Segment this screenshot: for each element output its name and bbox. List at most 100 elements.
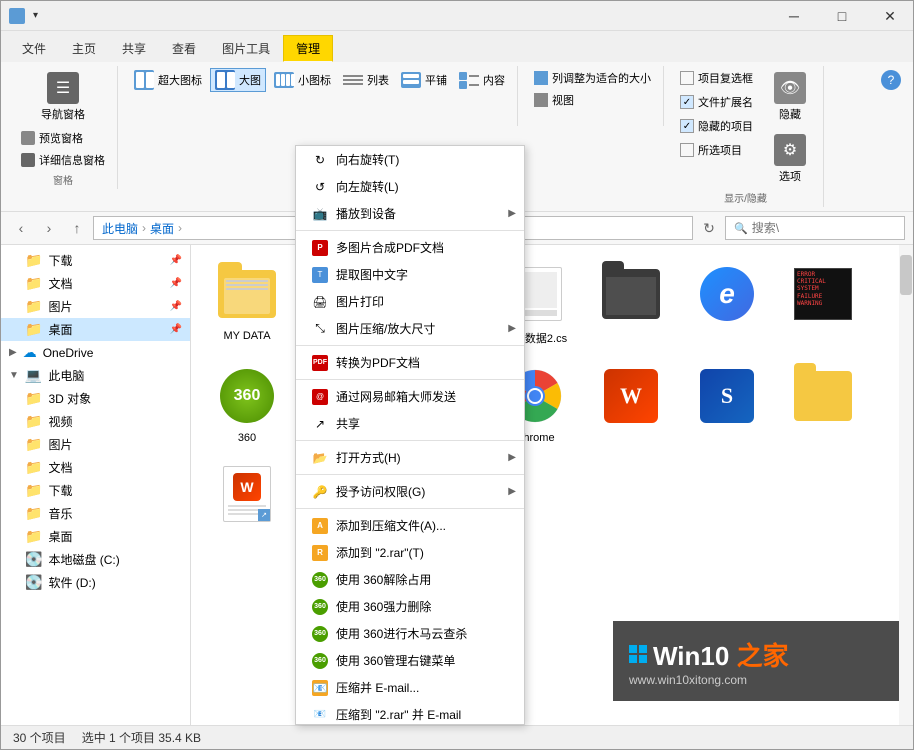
menu-item-addzip[interactable]: A 添加到压缩文件(A)... — [296, 512, 524, 539]
file-item-folder-b1[interactable] — [779, 359, 867, 449]
tab-file[interactable]: 文件 — [9, 35, 59, 62]
menu-item-addrar[interactable]: R 添加到 "2.rar"(T) — [296, 539, 524, 566]
videos-folder-icon: 📁 — [25, 413, 42, 430]
file-item-mydata[interactable]: MY DATA — [203, 257, 291, 351]
menu-item-360menu[interactable]: 360 使用 360管理右键菜单 — [296, 647, 524, 674]
pdf-merge-icon: P — [312, 240, 328, 256]
file-item-wpss[interactable]: S — [683, 359, 771, 449]
menu-item-openwith[interactable]: 📂 打开方式(H) ▶ — [296, 444, 524, 471]
menu-item-ocr[interactable]: T 提取图中文字 — [296, 261, 524, 288]
qaccess-icon[interactable]: ▾ — [33, 10, 38, 21]
sidebar-item-3d[interactable]: 📁 3D 对象 — [1, 387, 190, 410]
menu-item-rotate-left[interactable]: ↺ 向左旋转(L) — [296, 173, 524, 200]
options-btn[interactable]: ⚙ 选项 — [765, 130, 815, 188]
menu-item-360unlock[interactable]: 360 使用 360解除占用 — [296, 566, 524, 593]
up-button[interactable]: ↑ — [65, 216, 89, 240]
file-item-360[interactable]: 360 360 — [203, 359, 291, 449]
addzip-label: 添加到压缩文件(A)... — [336, 517, 446, 534]
tab-manage[interactable]: 管理 — [283, 35, 333, 62]
pin-icon3: 📌 — [170, 301, 182, 312]
maximize-button[interactable]: □ — [819, 1, 865, 31]
menu-item-topdf[interactable]: PDF 转换为PDF文档 — [296, 349, 524, 376]
nav-pane-btn[interactable]: ☰ 导航窗格 — [33, 68, 93, 126]
sidebar-item-docs[interactable]: 📁 文档 📌 — [1, 272, 190, 295]
preview-pane-btn[interactable]: 预览窗格 — [17, 128, 109, 148]
layout-list[interactable]: 列表 — [339, 68, 393, 92]
share-label: 共享 — [336, 415, 360, 432]
sidebar-item-download[interactable]: 📁 下载 📌 — [1, 249, 190, 272]
path-desktop[interactable]: 桌面 — [150, 220, 174, 237]
layout-content[interactable]: 内容 — [455, 68, 509, 92]
sep6 — [296, 508, 524, 509]
menu-item-email-163[interactable]: @ 通过网易邮箱大师发送 — [296, 383, 524, 410]
sidebar-item-thispc[interactable]: ▼ 💻 此电脑 — [1, 364, 190, 387]
menu-item-print[interactable]: 🖨 图片打印 — [296, 288, 524, 315]
path-computer[interactable]: 此电脑 — [102, 220, 138, 237]
col-fit-btn[interactable]: 列调整为适合的大小 — [530, 68, 655, 88]
back-button[interactable]: ‹ — [9, 216, 33, 240]
layout-large[interactable]: 大图 — [210, 68, 266, 92]
menu-item-resize[interactable]: ⤡ 图片压缩/放大尺寸 ▶ — [296, 315, 524, 342]
menu-item-share[interactable]: ↗ 共享 — [296, 410, 524, 437]
tab-view[interactable]: 查看 — [159, 35, 209, 62]
forward-button[interactable]: › — [37, 216, 61, 240]
window-controls: ─ □ ✕ — [771, 1, 913, 31]
file-item-terminal[interactable]: ERRORCRITICALSYSTEMFAILUREWARNING — [779, 257, 867, 351]
sidebar-item-downloads2[interactable]: 📁 下载 — [1, 479, 190, 502]
title-bar-icons: ▾ — [9, 8, 38, 24]
sep2 — [296, 345, 524, 346]
menu-item-cast[interactable]: 📺 播放到设备 ▶ — [296, 200, 524, 227]
sidebar-item-pics[interactable]: 📁 图片 📌 — [1, 295, 190, 318]
selected-checkbox-btn[interactable]: 所选项目 — [676, 140, 757, 160]
file-item-ie[interactable]: e — [683, 257, 771, 351]
hidden-checkbox-btn[interactable]: ✓ 隐藏的项目 — [676, 116, 757, 136]
sidebar-item-music[interactable]: 📁 音乐 — [1, 502, 190, 525]
menu-item-zipermail[interactable]: 📧 压缩并 E-mail... — [296, 674, 524, 701]
hidden-checkbox-label: 隐藏的项目 — [698, 118, 753, 134]
search-box[interactable]: 🔍 — [725, 216, 905, 240]
360delete-label: 使用 360强力删除 — [336, 598, 431, 615]
tab-home[interactable]: 主页 — [59, 35, 109, 62]
group-btn[interactable]: 视图 — [530, 90, 655, 110]
layout-tile[interactable]: 平铺 — [397, 68, 451, 92]
tab-picture-tools[interactable]: 图片工具 — [209, 35, 283, 62]
menu-item-360scan[interactable]: 360 使用 360进行木马云查杀 — [296, 620, 524, 647]
layout-small[interactable]: 小图标 — [270, 68, 335, 92]
sidebar-item-pics2[interactable]: 📁 图片 — [1, 433, 190, 456]
share-icon: ↗ — [312, 416, 328, 432]
item-checkbox-btn[interactable]: 项目复选框 — [676, 68, 757, 88]
pics2-folder-icon: 📁 — [25, 436, 42, 453]
refresh-button[interactable]: ↻ — [697, 216, 721, 240]
menu-item-360delete[interactable]: 360 使用 360强力删除 — [296, 593, 524, 620]
scroll-thumb[interactable] — [900, 255, 912, 295]
menu-item-pdf-merge[interactable]: P 多图片合成PDF文档 — [296, 234, 524, 261]
menu-item-rotate-right[interactable]: ↻ 向右旋转(T) — [296, 146, 524, 173]
menu-item-access[interactable]: 🔑 授予访问权限(G) ▶ — [296, 478, 524, 505]
sidebar-item-desktop[interactable]: 📁 桌面 📌 — [1, 318, 190, 341]
sidebar-item-desktop2[interactable]: 📁 桌面 — [1, 525, 190, 548]
ext-checkbox-btn[interactable]: ✓ 文件扩展名 — [676, 92, 757, 112]
3d-label: 3D 对象 — [48, 390, 91, 407]
wpsdoc-icon: W ↗ — [215, 462, 279, 526]
search-input[interactable] — [752, 221, 892, 235]
layout-superlarge[interactable]: 超大图标 — [130, 68, 206, 92]
sidebar-item-onedrive[interactable]: ▶ ☁ OneDrive — [1, 341, 190, 364]
sidebar-item-cdrive[interactable]: 💽 本地磁盘 (C:) — [1, 548, 190, 571]
hide-btn[interactable]: 👁 隐藏 — [765, 68, 815, 126]
help-btn[interactable]: ? — [881, 70, 901, 90]
file-item-darkfolder[interactable] — [587, 257, 675, 351]
desktop2-label: 桌面 — [48, 528, 72, 545]
file-item-wpsdoc[interactable]: W ↗ — [203, 457, 291, 535]
close-button[interactable]: ✕ — [867, 1, 913, 31]
file-item-wps[interactable]: W — [587, 359, 675, 449]
sidebar-item-docs2[interactable]: 📁 文档 — [1, 456, 190, 479]
showhide-group-label: 显示/隐藏 — [724, 188, 767, 205]
tab-share[interactable]: 共享 — [109, 35, 159, 62]
scrollbar[interactable] — [899, 245, 913, 725]
menu-item-ziprarmail[interactable]: 📧 压缩到 "2.rar" 并 E-mail — [296, 701, 524, 725]
detail-pane-btn[interactable]: 详细信息窗格 — [17, 150, 109, 170]
sidebar-item-videos[interactable]: 📁 视频 — [1, 410, 190, 433]
minimize-button[interactable]: ─ — [771, 1, 817, 31]
sidebar-item-ddrive[interactable]: 💽 软件 (D:) — [1, 571, 190, 594]
zipermail-icon: 📧 — [312, 680, 328, 696]
